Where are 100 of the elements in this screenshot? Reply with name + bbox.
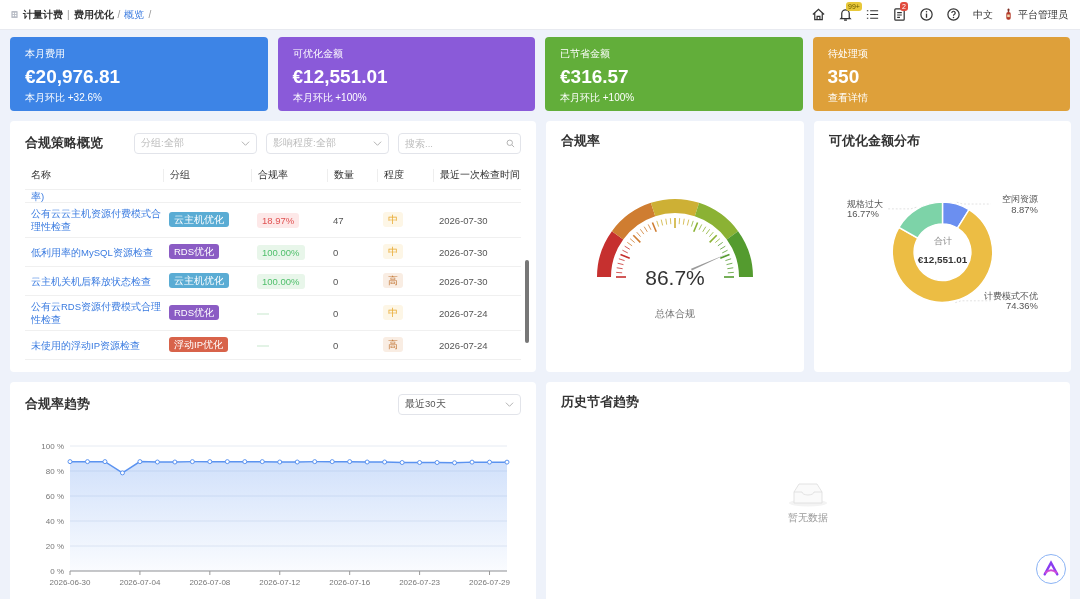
data-point	[172, 459, 178, 465]
donut-center-value: €12,551.01	[917, 253, 968, 265]
check-date-cell: 2026-07-30	[439, 246, 488, 258]
data-point	[189, 459, 195, 465]
data-point	[294, 459, 300, 465]
breadcrumb-link[interactable]: 费用优化	[73, 7, 114, 22]
x-axis-label: 2026-06-30	[49, 578, 91, 587]
breadcrumb-link[interactable]: 概览	[124, 7, 145, 22]
data-point	[85, 459, 90, 465]
y-axis-label: 40 %	[45, 517, 64, 526]
home-icon[interactable]	[811, 7, 826, 22]
data-point	[347, 459, 353, 465]
data-point	[452, 460, 458, 466]
data-point	[504, 459, 510, 465]
slice-percent: 74.36%	[1006, 300, 1039, 312]
count-cell: 0	[333, 307, 339, 319]
data-point	[277, 459, 283, 465]
letter-a-logo-icon	[1042, 560, 1060, 578]
donut-center-label: 合计	[933, 234, 952, 246]
stat-title: 本月费用	[25, 47, 65, 61]
breadcrumb-link[interactable]: 计量计费	[23, 7, 63, 22]
data-point	[469, 459, 475, 465]
data-point	[119, 470, 125, 476]
search-icon	[506, 139, 515, 148]
data-point	[102, 459, 108, 465]
stat-value: €316.57	[560, 66, 629, 88]
document-icon[interactable]	[892, 7, 907, 22]
panel-title: 历史节省趋势	[561, 394, 640, 411]
column-header: 名称	[30, 168, 52, 182]
panel-title: 可优化金额分布	[829, 133, 921, 150]
data-point	[312, 459, 318, 465]
stat-note: 本月环比 +100%	[560, 91, 635, 105]
language-label[interactable]: 中文	[973, 7, 993, 22]
slice-percent: 8.87%	[1011, 203, 1039, 215]
severity-tag: 高	[383, 336, 403, 352]
stat-title: 已节省金额	[560, 47, 610, 61]
count-cell: 0	[333, 246, 339, 258]
empty-inbox-icon	[788, 481, 828, 507]
severity-tag: 中	[383, 304, 403, 320]
count-cell: 47	[333, 214, 344, 226]
info-icon[interactable]	[919, 7, 934, 22]
data-point	[382, 459, 388, 465]
y-axis-label: 20 %	[45, 542, 64, 551]
data-point	[364, 459, 370, 465]
data-point	[67, 459, 73, 465]
data-point	[224, 459, 230, 465]
stat-title: 可优化金额	[292, 47, 343, 61]
severity-tag: 中	[383, 211, 403, 227]
breadcrumb-separator: /	[117, 9, 121, 20]
data-point	[259, 459, 265, 465]
policy-name-link[interactable]: 公有云RDS资源付费模式合理性检查	[31, 300, 163, 326]
check-date-cell: 2026-07-24	[439, 307, 488, 319]
data-point	[154, 459, 160, 465]
group-tag: RDS优化	[169, 304, 220, 320]
data-point	[434, 460, 440, 465]
breadcrumb-separator: /	[148, 9, 152, 20]
panel-title: 合规策略概览	[25, 135, 103, 152]
y-axis-label: 80 %	[45, 467, 64, 476]
bell-icon[interactable]	[838, 7, 853, 22]
group-tag: RDS优化	[169, 243, 220, 259]
stat-note: 本月环比 +32.6%	[25, 91, 102, 105]
column-header: 数量	[327, 168, 377, 182]
column-header: 最近一次检查时间	[433, 168, 521, 182]
column-header: 合规率	[251, 168, 327, 182]
user-name[interactable]: 平台管理员	[1018, 7, 1068, 22]
data-point	[242, 459, 248, 465]
x-axis-label: 2026-07-16	[329, 578, 371, 587]
x-axis-label: 2026-07-08	[189, 578, 231, 587]
data-point	[137, 459, 143, 465]
help-icon[interactable]	[946, 7, 961, 22]
range-select[interactable]: 最近30天	[398, 394, 521, 415]
empty-message: 暂无数据	[788, 511, 828, 525]
policy-name-link[interactable]: 未使用的浮动IP资源检查	[31, 338, 163, 352]
y-axis-label: 0 %	[50, 567, 64, 576]
data-point	[417, 460, 423, 465]
data-point	[329, 459, 335, 465]
list-icon[interactable]	[865, 7, 880, 22]
policy-name-link[interactable]: 低利用率的MySQL资源检查	[31, 245, 163, 259]
group-tag: 云主机优化	[169, 211, 229, 227]
search-field[interactable]: 搜索...	[398, 133, 521, 154]
gauge-value: 86.7%	[645, 266, 705, 289]
user-avatar-icon[interactable]	[1005, 7, 1012, 22]
stat-value: €12,551.01	[292, 66, 388, 88]
group-tag: 浮动IP优化	[169, 336, 228, 352]
count-cell: 0	[333, 339, 339, 351]
slice-label: 空闲资源	[1002, 193, 1039, 205]
x-axis-label: 2026-07-04	[119, 578, 161, 587]
chevron-down-icon	[241, 139, 250, 148]
stat-title: 待处理项	[827, 47, 868, 61]
policy-name-link[interactable]: 公有云云主机资源付费模式合理性检查	[31, 207, 163, 233]
scrollbar-thumb[interactable]	[525, 260, 529, 343]
column-header: 分组	[163, 168, 251, 182]
stat-note: 本月环比 +100%	[292, 91, 367, 105]
policy-name-link[interactable]: 率)	[31, 191, 45, 202]
chevron-down-icon	[373, 139, 382, 148]
check-date-cell: 2026-07-24	[439, 339, 488, 351]
policy-name-link[interactable]: 云主机关机后释放状态检查	[31, 274, 163, 288]
building-icon	[10, 10, 19, 19]
compliance-rate-pill: 100.00%	[257, 244, 305, 260]
x-axis-label: 2026-07-12	[259, 578, 301, 587]
